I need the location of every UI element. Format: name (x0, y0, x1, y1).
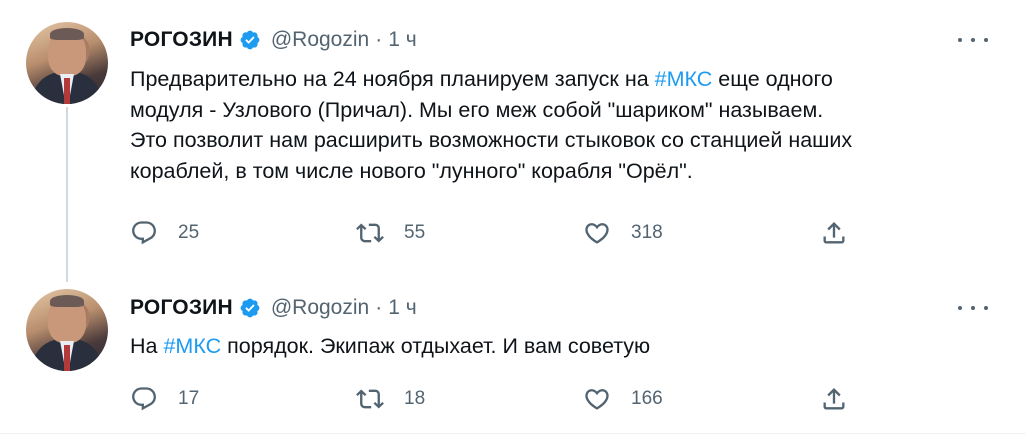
tweet-header: РОГОЗИН @Rogozin · 1 ч (130, 296, 417, 320)
reply-count: 17 (178, 388, 200, 409)
retweet-count: 18 (404, 388, 426, 409)
avatar-hair (50, 28, 84, 40)
retweet-icon (356, 223, 384, 243)
tweet-actions: 17 18 166 (130, 384, 870, 414)
reply-icon (132, 387, 156, 411)
tweet-text-line: На #МКС порядок. Экипаж отдыхает. И вам … (130, 331, 990, 362)
retweet-button[interactable]: 18 (356, 384, 425, 414)
text-segment: На (130, 334, 164, 358)
tweet-header: РОГОЗИН @Rogozin · 1 ч (130, 28, 417, 52)
like-count: 318 (631, 222, 663, 243)
verified-badge-icon (240, 298, 260, 318)
reply-button[interactable]: 17 (130, 384, 199, 414)
heart-icon (585, 223, 609, 244)
hashtag-link[interactable]: #МКС (163, 334, 221, 358)
tweet-text-line: Это позволит нам расширить возможности с… (130, 128, 853, 152)
tweet-time[interactable]: 1 ч (388, 296, 416, 320)
author-handle[interactable]: @Rogozin (271, 28, 369, 52)
thread-line (66, 107, 68, 282)
like-button[interactable]: 318 (583, 218, 663, 248)
author-name[interactable]: РОГОЗИН (130, 296, 233, 320)
share-icon (823, 388, 845, 410)
text-segment: еще одного (712, 67, 833, 91)
heart-icon (585, 389, 609, 410)
reply-button[interactable]: 25 (130, 218, 199, 248)
tweet[interactable]: РОГОЗИН @Rogozin · 1 ч На #МКС порядок. … (0, 282, 1026, 432)
avatar-hair (50, 295, 84, 307)
retweet-icon (356, 389, 384, 409)
avatar[interactable] (26, 22, 108, 104)
avatar[interactable] (26, 289, 108, 371)
like-count: 166 (631, 388, 663, 409)
avatar-tie (64, 78, 70, 104)
like-button[interactable]: 166 (583, 384, 663, 414)
author-handle[interactable]: @Rogozin (271, 296, 369, 320)
tweet[interactable]: РОГОЗИН @Rogozin · 1 ч Предварительно на… (0, 0, 1026, 283)
text-segment: порядок. Экипаж отдыхает. И вам советую (221, 334, 651, 358)
share-icon (823, 222, 845, 244)
author-name[interactable]: РОГОЗИН (130, 28, 233, 52)
tweet-actions: 25 55 318 (130, 218, 870, 248)
divider (0, 433, 1026, 434)
header-separator: · (375, 28, 383, 51)
avatar-tie (64, 345, 70, 371)
retweet-button[interactable]: 55 (356, 218, 425, 248)
more-dots-icon[interactable] (958, 30, 988, 50)
share-button[interactable] (820, 384, 848, 414)
tweet-text-line: модуля - Узлового (Причал). Мы его меж с… (130, 97, 824, 122)
reply-icon (132, 221, 156, 245)
more-dots-icon[interactable] (958, 298, 988, 318)
hashtag-link[interactable]: #МКС (655, 67, 713, 91)
text-segment: Предварительно на 24 ноября планируем за… (130, 67, 655, 91)
tweet-text-line: Предварительно на 24 ноября планируем за… (130, 64, 990, 95)
tweet-time[interactable]: 1 ч (388, 28, 416, 52)
header-separator: · (375, 296, 383, 319)
verified-badge-icon (240, 30, 260, 50)
tweet-text-line: кораблей, в том числе нового "лунного" к… (130, 158, 693, 183)
reply-count: 25 (178, 222, 200, 243)
tweet-text: На #МКС порядок. Экипаж отдыхает. И вам … (130, 331, 990, 362)
retweet-count: 55 (404, 222, 426, 243)
tweet-text: Предварительно на 24 ноября планируем за… (130, 64, 990, 186)
share-button[interactable] (820, 218, 848, 248)
